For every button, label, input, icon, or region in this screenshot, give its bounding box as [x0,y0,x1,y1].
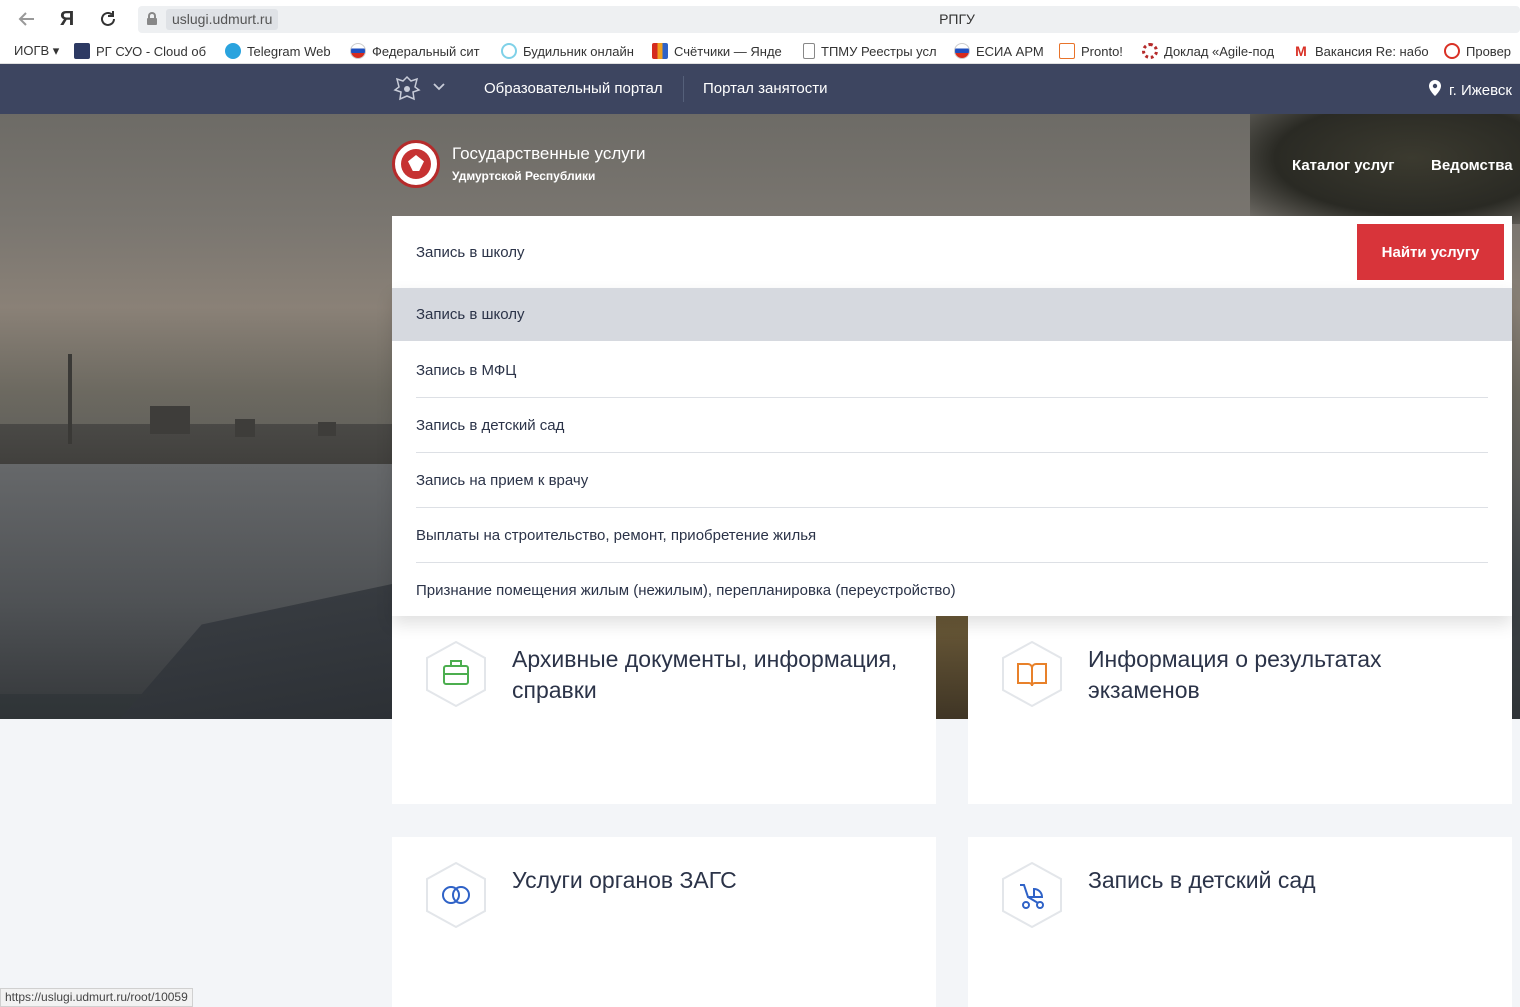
pronto-icon [1059,43,1075,59]
tv-tower [68,354,72,444]
bookmarks-bar: ИОГВ ▾ РГ СУО - Cloud об Telegram Web Фе… [0,38,1520,64]
bookmark-item[interactable]: M Вакансия Re: набо [1293,43,1428,59]
bookmark-item[interactable]: Telegram Web [225,43,331,59]
bookmark-item[interactable]: Pronto! [1059,43,1123,59]
city-selector[interactable]: г. Ижевск [1429,80,1512,100]
briefcase-icon [424,640,488,708]
search-input[interactable] [392,216,1342,288]
card-title: Информация о результатах экзаменов [1088,646,1382,703]
bookmark-item[interactable]: Будильник онлайн [501,43,634,59]
service-card[interactable]: Архивные документы, информация, справки [392,616,936,804]
city-label: г. Ижевск [1449,81,1512,99]
clock-icon [501,43,517,59]
bookmark-item[interactable]: ЕСИА АРМ [954,43,1044,59]
link-education-portal[interactable]: Образовательный портал [484,80,663,97]
suggestion-item[interactable]: Выплаты на строительство, ремонт, приобр… [392,508,1512,563]
find-service-button[interactable]: Найти услугу [1357,224,1504,280]
card-title: Услуги органов ЗАГС [512,867,737,893]
service-card[interactable]: Запись в детский сад [968,837,1512,1007]
suggestion-item[interactable]: Запись в МФЦ [392,343,1512,398]
bookmark-item[interactable]: ИОГВ ▾ [14,43,59,59]
search-box: Найти услугу [392,216,1512,288]
suggestion-item[interactable]: Запись на прием к врачу [392,453,1512,508]
rings-icon [424,861,488,929]
bookmark-item[interactable]: Федеральный сит [350,43,480,59]
card-title: Запись в детский сад [1088,867,1316,893]
bookmark-item[interactable]: РГ СУО - Cloud об [74,43,206,59]
brand-title: Государственные услуги [452,144,646,163]
bookmark-item[interactable]: Провер [1444,43,1511,59]
russia-flag-icon [350,43,366,59]
card-title: Архивные документы, информация, справки [512,646,898,703]
link-employment-portal[interactable]: Портал занятости [703,80,828,97]
copyright-icon [1444,43,1460,59]
brand-subtitle: Удмуртской Республики [452,169,596,183]
gear-icon [1142,43,1158,59]
service-card[interactable]: Услуги органов ЗАГС [392,837,936,1007]
page-title: РПГУ [939,11,975,27]
reload-icon[interactable] [97,8,119,30]
search-suggestions: Запись в школу Запись в МФЦ Запись в дет… [392,288,1512,616]
suggestion-item[interactable]: Признание помещения жилым (нежилым), пер… [392,563,1512,618]
gmail-icon: M [1295,43,1307,59]
service-card[interactable]: Информация о результатах экзаменов [968,616,1512,804]
udmurtia-emblem-icon [392,140,440,188]
nav-service-catalog[interactable]: Каталог услуг [1292,157,1395,174]
book-icon [1000,640,1064,708]
telegram-icon [225,43,241,59]
bookmark-item[interactable]: ТПМУ Реестры усл [803,43,937,59]
map-pin-icon [1429,80,1441,100]
nav-departments[interactable]: Ведомства [1431,157,1513,174]
portal-top-bar: Образовательный портал Портал занятости … [0,64,1520,114]
browser-toolbar: Я uslugi.udmurt.ru РПГУ [0,0,1520,38]
bookmark-item[interactable]: Доклад «Agile-под [1142,43,1274,59]
suggestion-item[interactable]: Запись в школу [392,288,1512,341]
metrica-icon [652,43,668,59]
document-icon [803,43,815,59]
address-bar[interactable]: uslugi.udmurt.ru РПГУ [138,6,1520,33]
chevron-down-icon[interactable] [432,79,446,96]
bookmark-item[interactable]: Счётчики — Янде [652,43,782,59]
site-brand[interactable]: Государственные услуги Удмуртской Респуб… [392,140,645,188]
suggestion-item[interactable]: Запись в детский сад [392,398,1512,453]
yandex-icon[interactable]: Я [56,8,78,30]
cloud-icon [74,43,90,59]
divider [683,76,684,102]
back-arrow-icon[interactable] [16,8,38,30]
russia-flag-icon [954,43,970,59]
russia-emblem-icon[interactable] [392,74,422,104]
status-bar-url: https://uslugi.udmurt.ru/root/10059 [0,988,193,1007]
stroller-icon [1000,861,1064,929]
